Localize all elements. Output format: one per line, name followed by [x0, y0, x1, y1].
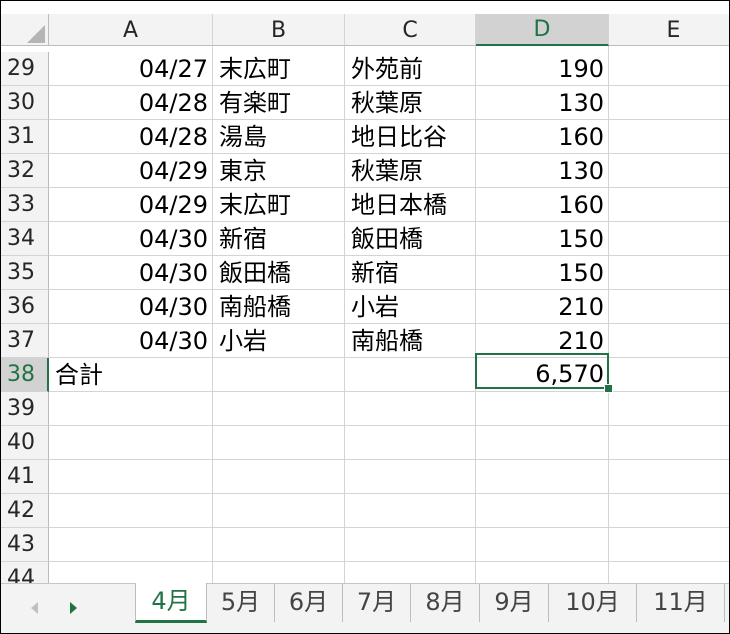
- row-header[interactable]: 41: [1, 460, 49, 494]
- column-header-e[interactable]: E: [609, 14, 729, 46]
- cell-c31[interactable]: 地日比谷: [345, 120, 476, 154]
- cell-c37[interactable]: 南船橋: [345, 324, 476, 358]
- row-header-active[interactable]: 38: [1, 358, 49, 392]
- sheet-tab-april[interactable]: 4月: [135, 583, 207, 623]
- gridline: [49, 425, 729, 426]
- sheet-tab-june[interactable]: 6月: [275, 584, 343, 622]
- cell-a30[interactable]: 04/28: [49, 86, 213, 120]
- cell-d32[interactable]: 130: [476, 154, 609, 188]
- sheet-tab-august[interactable]: 8月: [411, 584, 480, 622]
- row-header[interactable]: 37: [1, 324, 49, 358]
- row-header[interactable]: 44: [1, 562, 49, 583]
- row-header[interactable]: 40: [1, 426, 49, 460]
- select-all-triangle-icon: [27, 25, 45, 43]
- row-header[interactable]: 36: [1, 290, 49, 324]
- cell-b34[interactable]: 新宿: [213, 222, 345, 256]
- cell-b36[interactable]: 南船橋: [213, 290, 345, 324]
- sheet-tab-september[interactable]: 9月: [480, 584, 549, 622]
- cell-c34[interactable]: 飯田橋: [345, 222, 476, 256]
- cell-d36[interactable]: 210: [476, 290, 609, 324]
- excel-window: A B C D E 29 04/27 末広町 外苑前 190 30 04/28 …: [0, 0, 730, 634]
- cell-c30[interactable]: 秋葉原: [345, 86, 476, 120]
- sheet-tab-july[interactable]: 7月: [343, 584, 411, 622]
- gridline: [49, 527, 729, 528]
- cell-c29[interactable]: 外苑前: [345, 52, 476, 86]
- cell-d31[interactable]: 160: [476, 120, 609, 154]
- select-all-button[interactable]: [1, 14, 49, 46]
- selected-cell-border: [475, 353, 609, 389]
- triangle-right-icon[interactable]: [70, 602, 77, 614]
- cell-d34[interactable]: 150: [476, 222, 609, 256]
- spreadsheet-grid: A B C D E 29 04/27 末広町 外苑前 190 30 04/28 …: [1, 1, 729, 583]
- sheet-tab-bar: 4月 5月 6月 7月 8月 9月 10月 11月: [1, 583, 729, 633]
- row-header[interactable]: 29: [1, 52, 49, 86]
- sheet-tab-october[interactable]: 10月: [549, 584, 637, 622]
- cell-d29[interactable]: 190: [476, 52, 609, 86]
- cell-b31[interactable]: 湯島: [213, 120, 345, 154]
- cell-a33[interactable]: 04/29: [49, 188, 213, 222]
- cell-b33[interactable]: 末広町: [213, 188, 345, 222]
- cell-c36[interactable]: 小岩: [345, 290, 476, 324]
- cell-a31[interactable]: 04/28: [49, 120, 213, 154]
- cell-b32[interactable]: 東京: [213, 154, 345, 188]
- gridline: [49, 459, 729, 460]
- gridline: [49, 493, 729, 494]
- row-header[interactable]: 43: [1, 528, 49, 562]
- cell-d35[interactable]: 150: [476, 256, 609, 290]
- row-header[interactable]: 34: [1, 222, 49, 256]
- column-header-a[interactable]: A: [49, 14, 213, 46]
- cell-c35[interactable]: 新宿: [345, 256, 476, 290]
- row-header[interactable]: 39: [1, 392, 49, 426]
- row-header[interactable]: 42: [1, 494, 49, 528]
- cell-d30[interactable]: 130: [476, 86, 609, 120]
- cell-b29[interactable]: 末広町: [213, 52, 345, 86]
- cell-b37[interactable]: 小岩: [213, 324, 345, 358]
- fill-handle[interactable]: [604, 384, 613, 393]
- cell-a35[interactable]: 04/30: [49, 256, 213, 290]
- row-header[interactable]: 32: [1, 154, 49, 188]
- cell-c32[interactable]: 秋葉原: [345, 154, 476, 188]
- cell-a36[interactable]: 04/30: [49, 290, 213, 324]
- sheet-tab-november[interactable]: 11月: [637, 584, 725, 622]
- gridline: [49, 561, 729, 562]
- cell-b35[interactable]: 飯田橋: [213, 256, 345, 290]
- cell-a38-total-label[interactable]: 合計: [49, 358, 213, 392]
- cell-d33[interactable]: 160: [476, 188, 609, 222]
- column-header-b[interactable]: B: [213, 14, 345, 46]
- cell-a32[interactable]: 04/29: [49, 154, 213, 188]
- row-header[interactable]: 33: [1, 188, 49, 222]
- cell-a29[interactable]: 04/27: [49, 52, 213, 86]
- row-header[interactable]: 35: [1, 256, 49, 290]
- row-header[interactable]: 31: [1, 120, 49, 154]
- column-header-d[interactable]: D: [476, 14, 609, 46]
- column-header-c[interactable]: C: [345, 14, 476, 46]
- triangle-left-icon[interactable]: [31, 602, 38, 614]
- cell-b38[interactable]: [213, 358, 345, 392]
- cell-c38[interactable]: [345, 358, 476, 392]
- sheet-tab-may[interactable]: 5月: [207, 584, 275, 622]
- cell-b30[interactable]: 有楽町: [213, 86, 345, 120]
- cell-c33[interactable]: 地日本橋: [345, 188, 476, 222]
- row-header[interactable]: 30: [1, 86, 49, 120]
- cell-a34[interactable]: 04/30: [49, 222, 213, 256]
- cell-a37[interactable]: 04/30: [49, 324, 213, 358]
